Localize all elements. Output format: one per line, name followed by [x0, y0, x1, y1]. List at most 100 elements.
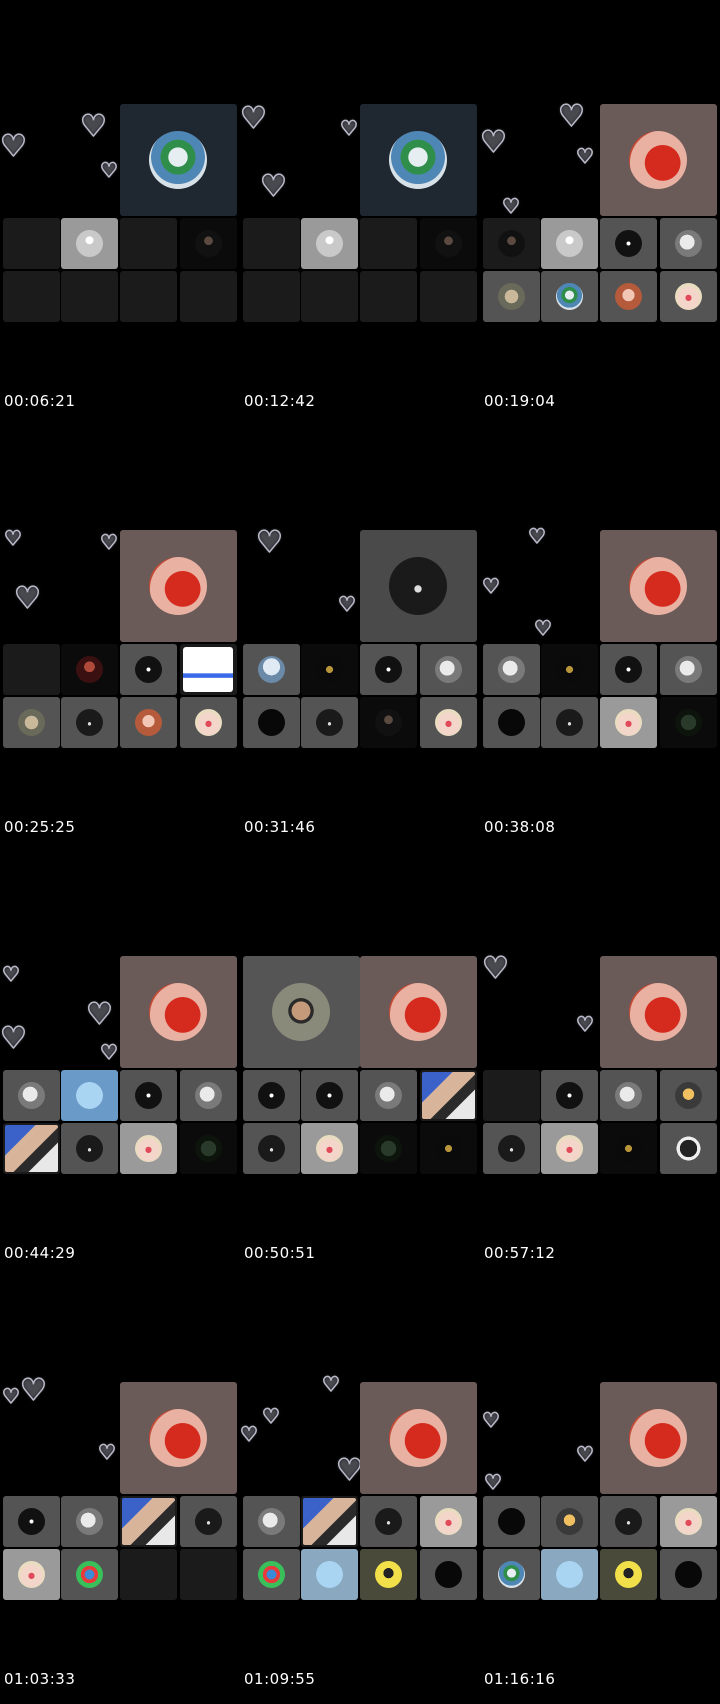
seat-tile[interactable] — [541, 1070, 598, 1121]
seat-tile[interactable] — [420, 697, 477, 748]
seat-tile[interactable] — [3, 218, 60, 269]
seat-tile[interactable] — [61, 644, 118, 695]
seat-tile[interactable] — [301, 697, 358, 748]
seat-tile[interactable] — [243, 697, 300, 748]
seat-tile[interactable] — [3, 271, 60, 322]
seat-tile[interactable] — [660, 271, 717, 322]
seat-tile[interactable] — [660, 644, 717, 695]
seat-tile[interactable] — [180, 218, 237, 269]
seat-tile[interactable] — [301, 1070, 358, 1121]
host-seat[interactable] — [600, 104, 717, 216]
seat-tile[interactable] — [541, 1496, 598, 1547]
seat-tile[interactable] — [483, 1123, 540, 1174]
seat-tile[interactable] — [483, 1549, 540, 1600]
host-seat[interactable] — [120, 530, 237, 642]
seat-tile[interactable] — [420, 271, 477, 322]
guest-seat[interactable] — [243, 956, 360, 1068]
seat-tile[interactable] — [541, 271, 598, 322]
seat-tile[interactable] — [180, 1123, 237, 1174]
seat-tile[interactable] — [243, 218, 300, 269]
seat-tile[interactable] — [61, 697, 118, 748]
seat-tile[interactable] — [541, 697, 598, 748]
seat-tile[interactable] — [120, 697, 177, 748]
seat-tile[interactable] — [420, 1123, 477, 1174]
seat-tile[interactable] — [420, 1496, 477, 1547]
seat-tile[interactable] — [541, 218, 598, 269]
seat-tile[interactable] — [483, 218, 540, 269]
seat-tile[interactable] — [360, 1070, 417, 1121]
seat-tile[interactable] — [360, 644, 417, 695]
seat-tile[interactable] — [600, 1070, 657, 1121]
seat-tile[interactable] — [360, 271, 417, 322]
seat-tile[interactable] — [243, 644, 300, 695]
seat-tile[interactable] — [120, 644, 177, 695]
seat-tile[interactable] — [180, 697, 237, 748]
seat-tile[interactable] — [360, 1496, 417, 1547]
host-seat[interactable] — [120, 1382, 237, 1494]
seat-tile[interactable] — [301, 1123, 358, 1174]
host-seat[interactable] — [600, 956, 717, 1068]
seat-tile[interactable] — [483, 1496, 540, 1547]
seat-tile[interactable] — [61, 1549, 118, 1600]
seat-tile[interactable] — [360, 1123, 417, 1174]
seat-tile[interactable] — [600, 644, 657, 695]
seat-tile[interactable] — [360, 218, 417, 269]
seat-tile[interactable] — [660, 697, 717, 748]
seat-tile[interactable] — [3, 1549, 60, 1600]
seat-tile[interactable] — [243, 1496, 300, 1547]
host-seat[interactable] — [360, 104, 477, 216]
seat-tile[interactable] — [301, 271, 358, 322]
seat-tile[interactable] — [301, 1496, 358, 1547]
host-seat[interactable] — [120, 104, 237, 216]
seat-tile[interactable] — [660, 1123, 717, 1174]
seat-tile[interactable] — [180, 1496, 237, 1547]
seat-tile[interactable] — [301, 644, 358, 695]
seat-tile[interactable] — [61, 271, 118, 322]
seat-tile[interactable] — [660, 1070, 717, 1121]
seat-tile[interactable] — [120, 1123, 177, 1174]
seat-tile[interactable] — [660, 218, 717, 269]
seat-tile[interactable] — [600, 697, 657, 748]
seat-tile[interactable] — [660, 1496, 717, 1547]
seat-tile[interactable] — [483, 644, 540, 695]
seat-tile[interactable] — [61, 1496, 118, 1547]
seat-tile[interactable] — [600, 1549, 657, 1600]
seat-tile[interactable] — [61, 1070, 118, 1121]
seat-tile[interactable] — [243, 271, 300, 322]
seat-tile[interactable] — [243, 1549, 300, 1600]
seat-tile[interactable] — [61, 1123, 118, 1174]
seat-tile[interactable] — [180, 644, 237, 695]
seat-tile[interactable] — [360, 697, 417, 748]
seat-tile[interactable] — [120, 1549, 177, 1600]
seat-tile[interactable] — [541, 1123, 598, 1174]
seat-tile[interactable] — [420, 644, 477, 695]
seat-tile[interactable] — [483, 697, 540, 748]
host-seat[interactable] — [600, 530, 717, 642]
seat-tile[interactable] — [660, 1549, 717, 1600]
seat-tile[interactable] — [3, 1496, 60, 1547]
seat-tile[interactable] — [61, 218, 118, 269]
seat-tile[interactable] — [120, 218, 177, 269]
seat-tile[interactable] — [180, 1549, 237, 1600]
seat-tile[interactable] — [3, 1070, 60, 1121]
seat-tile[interactable] — [120, 1496, 177, 1547]
seat-tile[interactable] — [420, 1549, 477, 1600]
seat-tile[interactable] — [600, 1496, 657, 1547]
seat-tile[interactable] — [600, 218, 657, 269]
seat-tile[interactable] — [243, 1123, 300, 1174]
seat-tile[interactable] — [301, 1549, 358, 1600]
seat-tile[interactable] — [3, 644, 60, 695]
host-seat[interactable] — [120, 956, 237, 1068]
seat-tile[interactable] — [360, 1549, 417, 1600]
seat-tile[interactable] — [301, 218, 358, 269]
seat-tile[interactable] — [120, 1070, 177, 1121]
seat-tile[interactable] — [243, 1070, 300, 1121]
seat-tile[interactable] — [3, 1123, 60, 1174]
host-seat[interactable] — [360, 530, 477, 642]
seat-tile[interactable] — [180, 1070, 237, 1121]
seat-tile[interactable] — [120, 271, 177, 322]
seat-tile[interactable] — [600, 1123, 657, 1174]
seat-tile[interactable] — [483, 1070, 540, 1121]
seat-tile[interactable] — [420, 1070, 477, 1121]
seat-tile[interactable] — [483, 271, 540, 322]
